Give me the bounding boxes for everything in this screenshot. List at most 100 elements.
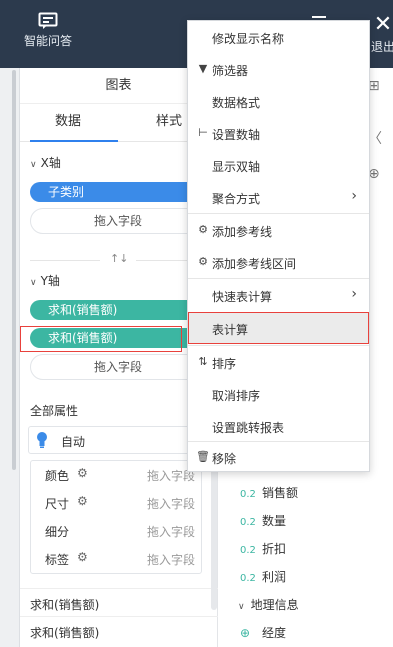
measure-type-icon: 0.2 [240,545,256,556]
measure-type-icon: 0.2 [240,517,256,528]
menu-item-aggregation[interactable]: 聚合方式 › [188,181,369,213]
menu-item-add-reference-band[interactable]: ⚙ 添加参考线区间 [188,246,369,278]
swap-arrows-icon[interactable]: ↑↓ [110,252,128,265]
menu-item-label: 快速表计算 [212,290,273,304]
menu-item-table-calc[interactable]: 表计算 [188,312,369,344]
menu-item-label: 设置跳转报表 [212,421,285,435]
prop-row-label[interactable]: 标签 ⚙ 拖入字段 [31,545,203,573]
active-tab-indicator [30,140,118,142]
gear-icon[interactable]: ⚙ [77,550,88,564]
menu-item-label: 聚合方式 [212,192,261,206]
field-label: 经度 [262,626,287,640]
field-item[interactable]: 0.2 利润 [240,568,286,585]
x-axis-drop-zone[interactable]: 拖入字段 [30,208,206,234]
prop-label: 标签 [45,553,70,567]
field-item[interactable]: ⊕ 经度 [240,624,286,641]
measure-type-icon: 0.2 [240,573,256,584]
selected-field-highlight [20,326,182,352]
menu-item-label: 排序 [212,357,237,371]
chat-icon [38,12,58,29]
prop-row-color[interactable]: 颜色 ⚙ 拖入字段 [31,461,203,489]
bulb-icon [37,432,47,448]
globe-icon: ⊕ [240,626,251,640]
menu-item-rename[interactable]: 修改显示名称 [188,21,369,53]
field-label: 数量 [262,514,287,528]
menu-item-label: 取消排序 [212,389,261,403]
gear-icon: ⚙ [198,223,208,236]
y-axis-field-pill[interactable]: 求和(销售额) [30,300,206,320]
chevron-down-icon: ∨ [30,278,37,288]
mark-properties: 颜色 ⚙ 拖入字段 尺寸 ⚙ 拖入字段 细分 拖入字段 标签 ⚙ 拖入字段 [30,460,202,574]
gear-icon[interactable]: ⚙ [77,494,88,508]
menu-item-filter[interactable]: ▼ 筛选器 [188,53,369,85]
y-axis-header[interactable]: ∨ Y轴 [30,272,60,289]
field-context-menu: 修改显示名称 ▼ 筛选器 数据格式 ⊢ 设置数轴 显示双轴 聚合方式 › ⚙ 添… [187,20,370,472]
menu-item-sort[interactable]: ⇅ 排序 [188,346,369,378]
measure-name[interactable]: 求和(销售额) [30,624,99,641]
prop-label: 尺寸 [45,497,70,511]
measure-type-icon: 0.2 [240,489,256,500]
chevron-down-icon: ∨ [30,160,37,170]
filter-icon: ▼ [198,62,208,75]
menu-item-cancel-sort[interactable]: 取消排序 [188,378,369,410]
x-axis-field-label: 子类别 [48,185,85,199]
exit-button[interactable]: ✕ 退出 [368,14,393,55]
y-axis-drop-zone[interactable]: 拖入字段 [30,354,206,380]
menu-item-remove[interactable]: 🗑 移除 [188,441,369,473]
menu-item-set-axis[interactable]: ⊢ 设置数轴 [188,117,369,149]
divider [30,260,100,261]
smart-qa-button[interactable]: 智能问答 [18,12,78,49]
menu-item-set-jump-report[interactable]: 设置跳转报表 [188,410,369,442]
y-axis-field-label: 求和(销售额) [48,303,118,317]
menu-item-label: 修改显示名称 [212,32,285,46]
prop-drop-zone[interactable]: 拖入字段 [147,523,195,540]
menu-item-label: 设置数轴 [212,128,261,142]
menu-item-label: 数据格式 [212,96,261,110]
left-scrollbar[interactable] [12,70,16,470]
x-axis-field-pill[interactable]: 子类别 ☰ [30,182,206,202]
geo-group-header[interactable]: ∨ 地理信息 [238,596,299,613]
gear-icon[interactable]: ⚙ [77,466,88,480]
menu-item-quick-table-calc[interactable]: 快速表计算 › [188,279,369,311]
mark-type-select[interactable]: 自动 ▼ [28,426,204,454]
x-axis-header[interactable]: ∨ X轴 [30,154,61,171]
tab-data[interactable]: 数据 [55,104,81,142]
tab-style[interactable]: 样式 [156,104,182,142]
divider [20,616,218,617]
menu-item-label: 添加参考线区间 [212,257,297,271]
expand-icon[interactable]: 〈 [368,128,382,148]
field-item[interactable]: 0.2 销售额 [240,484,298,501]
divider [20,588,218,589]
axis-icon: ⊢ [198,126,208,139]
menu-item-label: 筛选器 [212,64,249,78]
field-item[interactable]: 0.2 折扣 [240,540,286,557]
menu-item-data-format[interactable]: 数据格式 [188,85,369,117]
menu-item-dual-axis[interactable]: 显示双轴 [188,149,369,181]
prop-row-size[interactable]: 尺寸 ⚙ 拖入字段 [31,489,203,517]
prop-drop-zone[interactable]: 拖入字段 [147,551,195,568]
chevron-right-icon: › [351,286,357,302]
field-label: 利润 [262,570,287,584]
y-axis-label: Y轴 [40,274,60,288]
chevron-right-icon: › [351,188,357,204]
field-item[interactable]: 0.2 数量 [240,512,286,529]
measure-name[interactable]: 求和(销售额) [30,596,99,613]
chevron-down-icon: ∨ [238,602,245,612]
menu-item-label: 表计算 [212,323,249,337]
trash-icon: 🗑 [196,450,210,463]
field-label: 折扣 [262,542,287,556]
prop-label: 颜色 [45,469,70,483]
prop-label: 细分 [45,525,70,539]
menu-item-label: 移除 [212,452,237,466]
swap-axes[interactable]: ↑↓ [30,252,206,266]
sort-icon: ⇅ [198,355,208,368]
menu-item-label: 添加参考线 [212,225,273,239]
prop-drop-zone[interactable]: 拖入字段 [147,495,195,512]
menu-item-add-reference-line[interactable]: ⚙ 添加参考线 [188,214,369,246]
gear-icon: ⚙ [198,255,208,268]
x-axis-label: X轴 [40,156,61,170]
prop-row-detail[interactable]: 细分 拖入字段 [31,517,203,545]
canvas-edge [0,68,20,647]
geo-group-label: 地理信息 [250,598,299,612]
all-properties-header: 全部属性 [30,404,79,418]
